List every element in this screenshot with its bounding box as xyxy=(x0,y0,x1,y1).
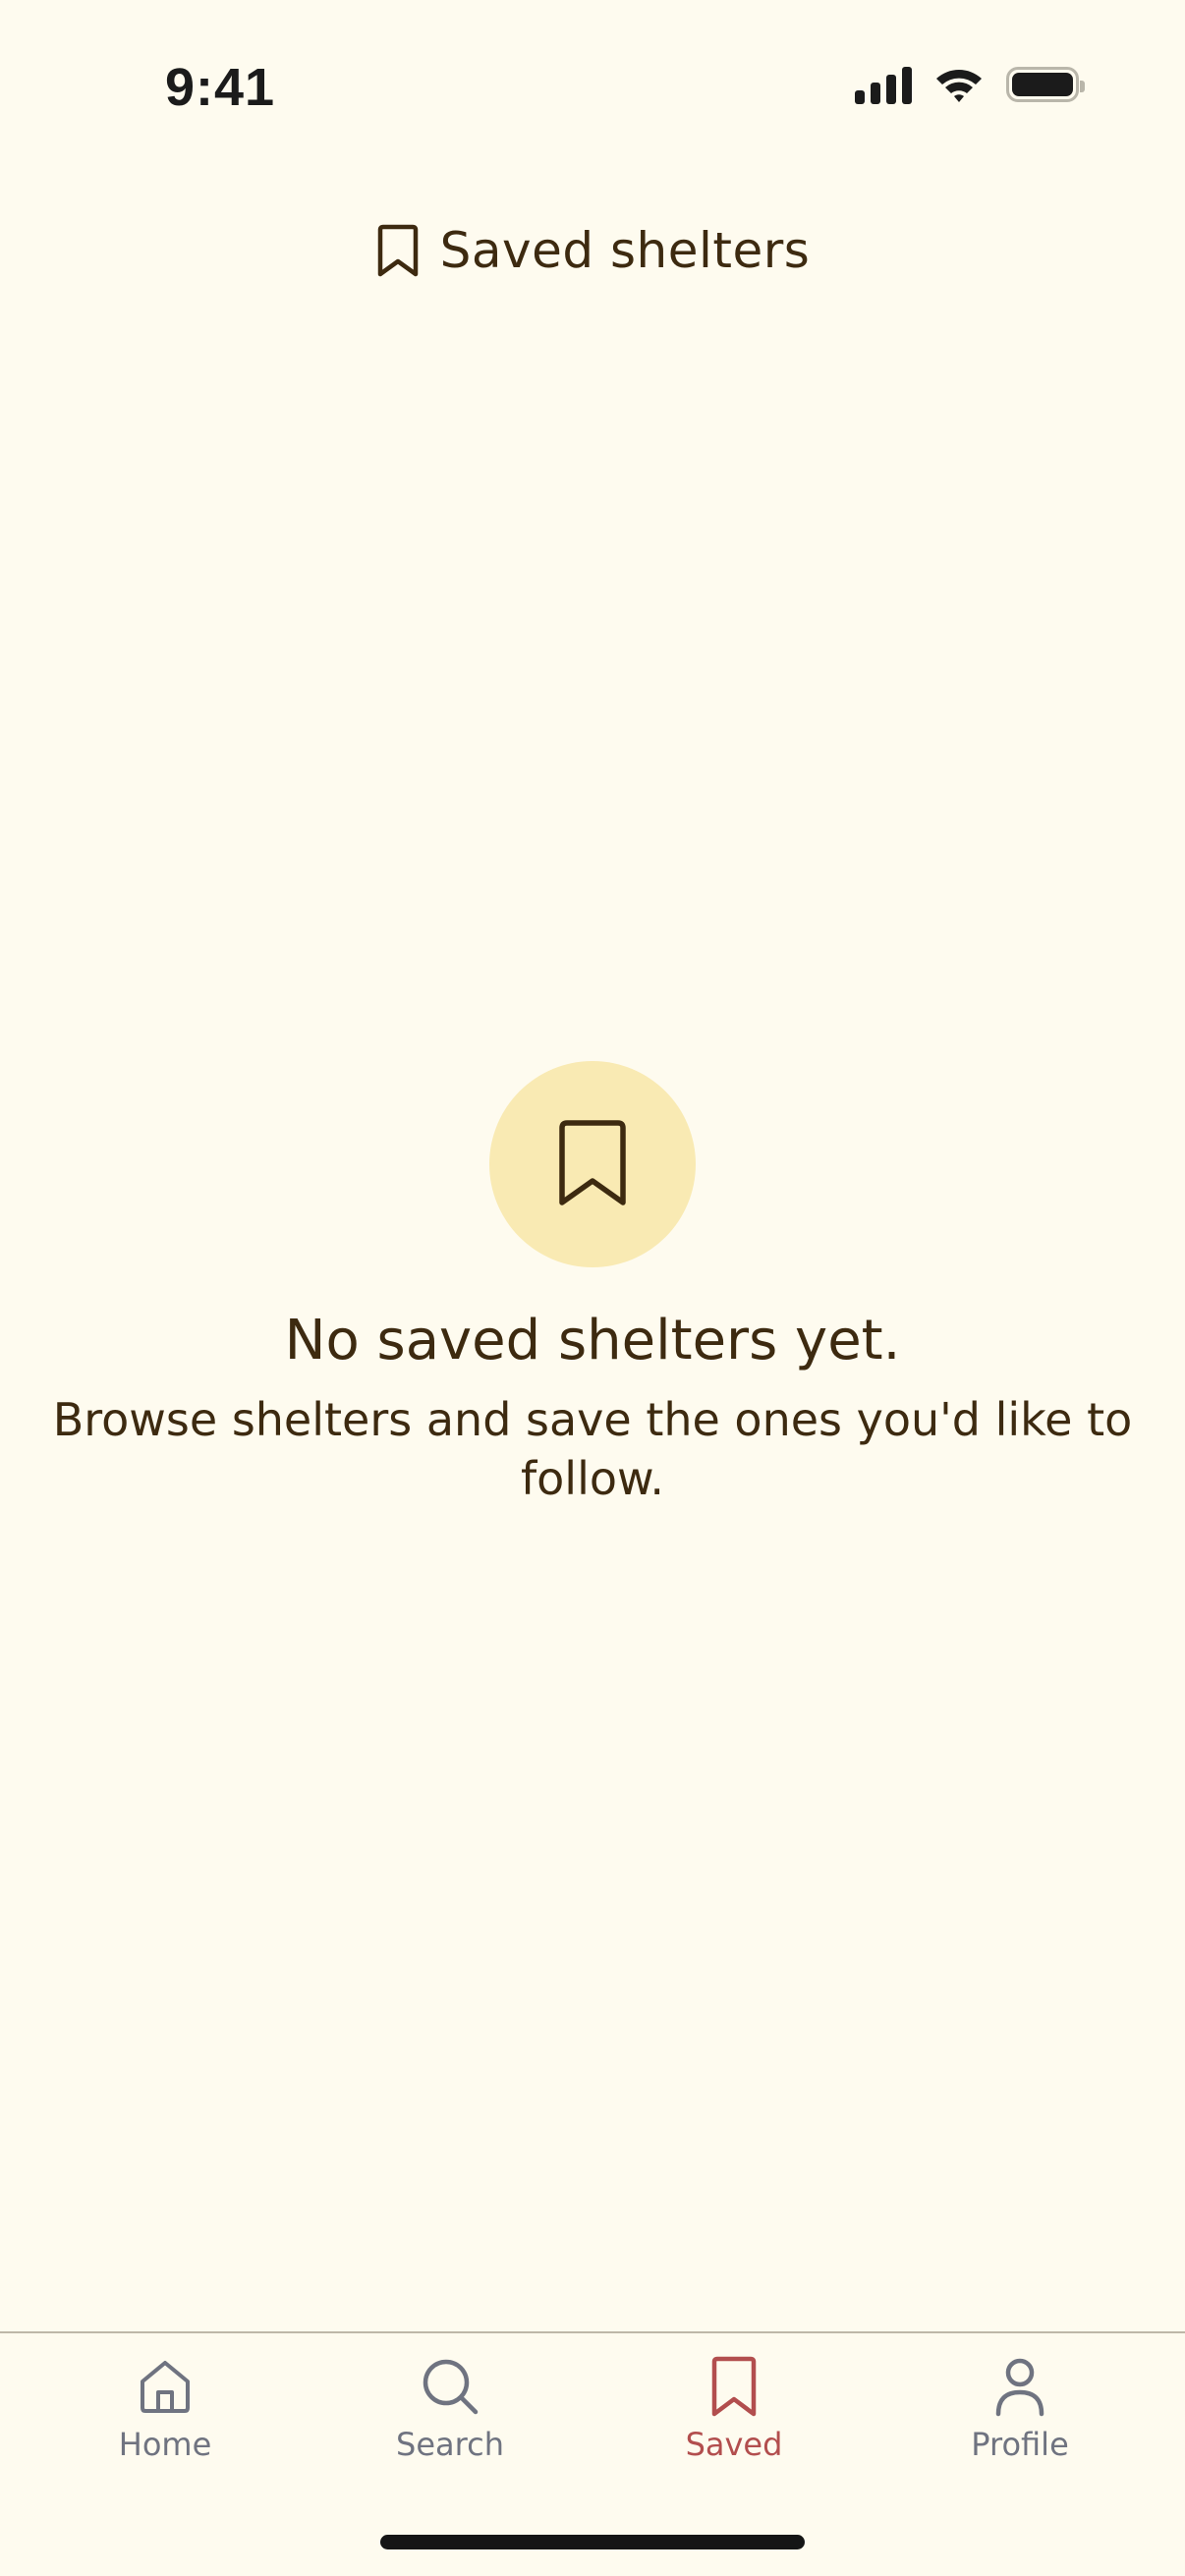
signal-icon xyxy=(855,65,912,104)
status-icons xyxy=(855,65,1085,104)
empty-state: No saved shelters yet. Browse shelters a… xyxy=(0,1061,1185,1508)
tab-profile-label: Profile xyxy=(971,2426,1069,2463)
bookmark-icon xyxy=(377,224,418,277)
search-icon xyxy=(423,2359,479,2415)
saved-shelters-screen: 9:41 Saved shelters No saved shelters ye… xyxy=(0,0,1185,2576)
home-icon xyxy=(141,2361,190,2413)
tab-saved[interactable]: Saved xyxy=(626,2355,842,2463)
tab-home[interactable]: Home xyxy=(57,2355,273,2463)
home-indicator[interactable] xyxy=(380,2535,805,2549)
tab-saved-label: Saved xyxy=(685,2426,783,2463)
wifi-icon xyxy=(936,70,982,102)
page-title: Saved shelters xyxy=(439,222,811,279)
person-icon xyxy=(995,2358,1044,2417)
tab-home-label: Home xyxy=(118,2426,212,2463)
tab-profile[interactable]: Profile xyxy=(912,2355,1128,2463)
tab-search[interactable]: Search xyxy=(342,2355,558,2463)
empty-state-badge xyxy=(489,1061,696,1267)
tab-search-label: Search xyxy=(396,2426,504,2463)
empty-state-description: Browse shelters and save the ones you'd … xyxy=(52,1393,1133,1505)
status-time: 9:41 xyxy=(165,58,276,117)
battery-icon xyxy=(1006,67,1085,102)
bookmark-icon xyxy=(711,2356,757,2417)
empty-state-title: No saved shelters yet. xyxy=(284,1309,901,1372)
page-header: Saved shelters xyxy=(0,211,1185,290)
status-bar: 9:41 xyxy=(0,0,1185,157)
bookmark-icon xyxy=(559,1120,626,1205)
